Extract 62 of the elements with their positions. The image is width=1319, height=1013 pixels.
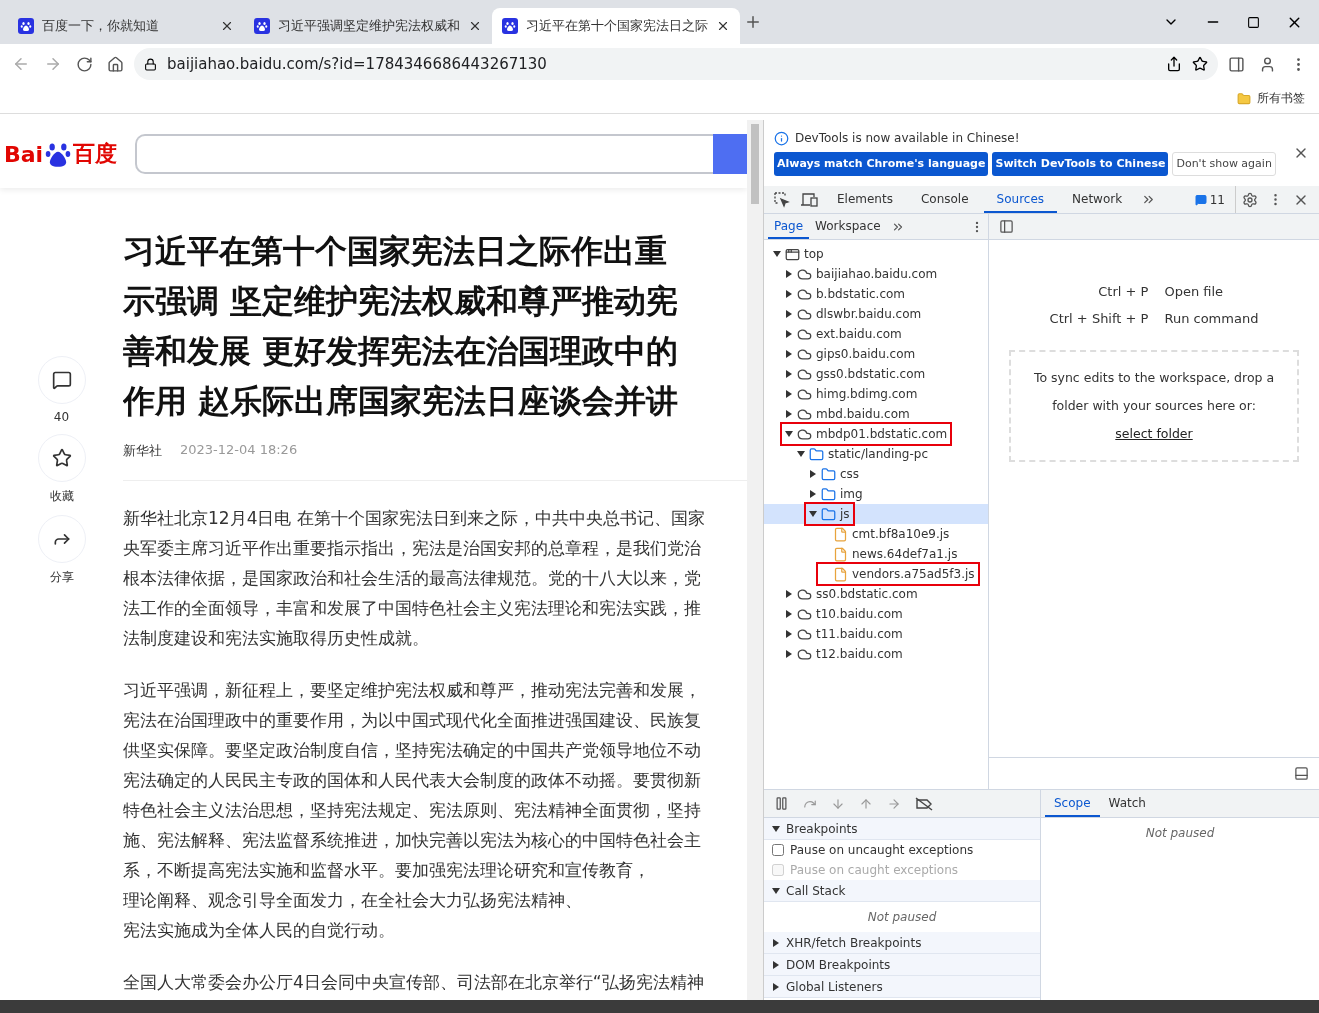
baidu-logo[interactable]: Bai 百度	[4, 139, 118, 169]
shortcut-action: Open file	[1164, 284, 1225, 299]
tree-item[interactable]: top	[764, 244, 988, 264]
banner-button[interactable]: Switch DevTools to Chinese	[992, 151, 1169, 176]
sidebar-tab[interactable]: Scope	[1045, 790, 1100, 817]
shortcut-keys: Ctrl + P	[1049, 284, 1149, 299]
bookmarks-label[interactable]: 所有书签	[1257, 90, 1305, 107]
banner-message: DevTools is now available in Chinese!	[795, 131, 1020, 145]
browser-tab[interactable]: 百度一下，你就知道	[8, 8, 244, 44]
drop-zone[interactable]: To sync edits to the workspace, drop a folder with your sources here or: select folder	[1009, 350, 1299, 462]
tree-item[interactable]: mbdp01.bdstatic.com	[764, 424, 988, 444]
breakpoint-option[interactable]: Pause on uncaught exceptions	[764, 840, 1040, 860]
tree-item[interactable]: ss0.bdstatic.com	[764, 584, 988, 604]
article-time: 2023-12-04 18:26	[180, 442, 298, 459]
issues-counter[interactable]: 11	[1194, 186, 1236, 213]
article-paragraph: 新华社北京12月4日电 在第十个国家宪法日到来之际，中共中央总书记、国家 央军委主席习近平作出重要指示指出，宪法是治国安邦的总章程，是我们党治 根本法律依据，是国家政治和社会生活的最高法律规范。党的十八大以来，党 法工作的全面领导，丰富和发展了中国特色社会主义宪法理论和宪法实践，推 法制度建设和宪法实施取得历史性成就。	[123, 507, 706, 650]
shortcut-keys: Ctrl + Shift + P	[1049, 311, 1149, 326]
select-folder-link[interactable]: select folder	[1115, 420, 1193, 448]
tree-item[interactable]: img	[764, 484, 988, 504]
section-header[interactable]: Breakpoints	[764, 818, 1040, 840]
shortcut-action: Run command	[1164, 311, 1259, 326]
action-label: 分享	[49, 569, 74, 586]
devtools-tab[interactable]: Elements	[824, 186, 906, 213]
tree-item[interactable]: ext.baidu.com	[764, 324, 988, 344]
status-note: Not paused	[1144, 825, 1216, 842]
tree-item[interactable]: himg.bdimg.com	[764, 384, 988, 404]
tree-item[interactable]: static/landing-pc	[764, 444, 988, 464]
section-header[interactable]: Global Listeners	[764, 976, 1040, 998]
tree-item[interactable]: js	[764, 504, 988, 524]
article-paragraph: 全国人大常委会办公厅4日会同中央宣传部、司法部在北京举行“弘扬宪法精神	[123, 971, 705, 994]
devtools-tab[interactable]: Network	[1059, 186, 1136, 213]
sidebar-tab[interactable]: Watch	[1099, 790, 1155, 817]
action-label: 40	[53, 410, 70, 424]
tree-item[interactable]: t11.baidu.com	[764, 624, 988, 644]
browser-tab[interactable]: 习近平强调坚定维护宪法权威和	[244, 8, 492, 44]
banner-button[interactable]: Always match Chrome's language	[774, 151, 989, 176]
workspace-hint: To sync edits to the workspace, drop a folder with your sources here or:	[1032, 369, 1276, 415]
tree-item[interactable]: t10.baidu.com	[764, 604, 988, 624]
action-label: 收藏	[49, 488, 74, 505]
tree-item[interactable]: gips0.baidu.com	[764, 344, 988, 364]
tree-item[interactable]: cmt.bf8a10e9.js	[764, 524, 988, 544]
article-source: 新华社	[123, 442, 162, 460]
tree-item[interactable]: t12.baidu.com	[764, 644, 988, 664]
tree-item[interactable]: news.64def7a1.js	[764, 544, 988, 564]
section-header[interactable]: XHR/fetch Breakpoints	[764, 932, 1040, 954]
section-header[interactable]: Call Stack	[764, 880, 1040, 902]
navigator-tab[interactable]: Workspace	[809, 214, 887, 239]
tree-item[interactable]: vendors.a75ad5f3.js	[764, 564, 988, 584]
tree-item[interactable]: mbd.baidu.com	[764, 404, 988, 424]
banner-button[interactable]: Don't show again	[1172, 151, 1276, 176]
tree-item[interactable]: b.bdstatic.com	[764, 284, 988, 304]
tree-item[interactable]: baijiahao.baidu.com	[764, 264, 988, 284]
address-bar[interactable]: baijiahao.baidu.com/s?id=1784346686443267130	[134, 48, 1218, 80]
tree-item[interactable]: gss0.bdstatic.com	[764, 364, 988, 384]
devtools-tab[interactable]: Console	[907, 186, 982, 213]
status-note: Not paused	[866, 909, 938, 926]
browser-tab[interactable]: 习近平在第十个国家宪法日之际	[492, 8, 740, 44]
navigator-tab[interactable]: Page	[768, 214, 810, 239]
section-header[interactable]: DOM Breakpoints	[764, 954, 1040, 976]
tree-item[interactable]: css	[764, 464, 988, 484]
article-paragraph: 习近平强调，新征程上，要坚定维护宪法权威和尊严，推动宪法完善和发展， 宪法在治国理政中的重要作用，为以中国式现代化全面推进强国建设、民族复 供坚实保障。要坚定政治制度自信，坚持宪法确定的中国共产党领导地位不动 宪法确定的人民民主专政的国体和人民代表大会制度的政体不动摇。要贯彻新 特色社会主义法治思想，坚持宪法规定、宪法原则、宪法精神全面贯彻，坚持 施、宪法解释、宪法监督系统推进，加快完善以宪法为核心的中国特色社会主 系，不断提高宪法实施和监督水平。要加强宪法理论研究和宣传教育， 理论阐释、观念引导全面发力，在全社会大力弘扬宪法精神、 宪法实施成为全体人民的自觉行动。	[123, 679, 702, 942]
tree-item[interactable]: dlswbr.baidu.com	[764, 304, 988, 324]
